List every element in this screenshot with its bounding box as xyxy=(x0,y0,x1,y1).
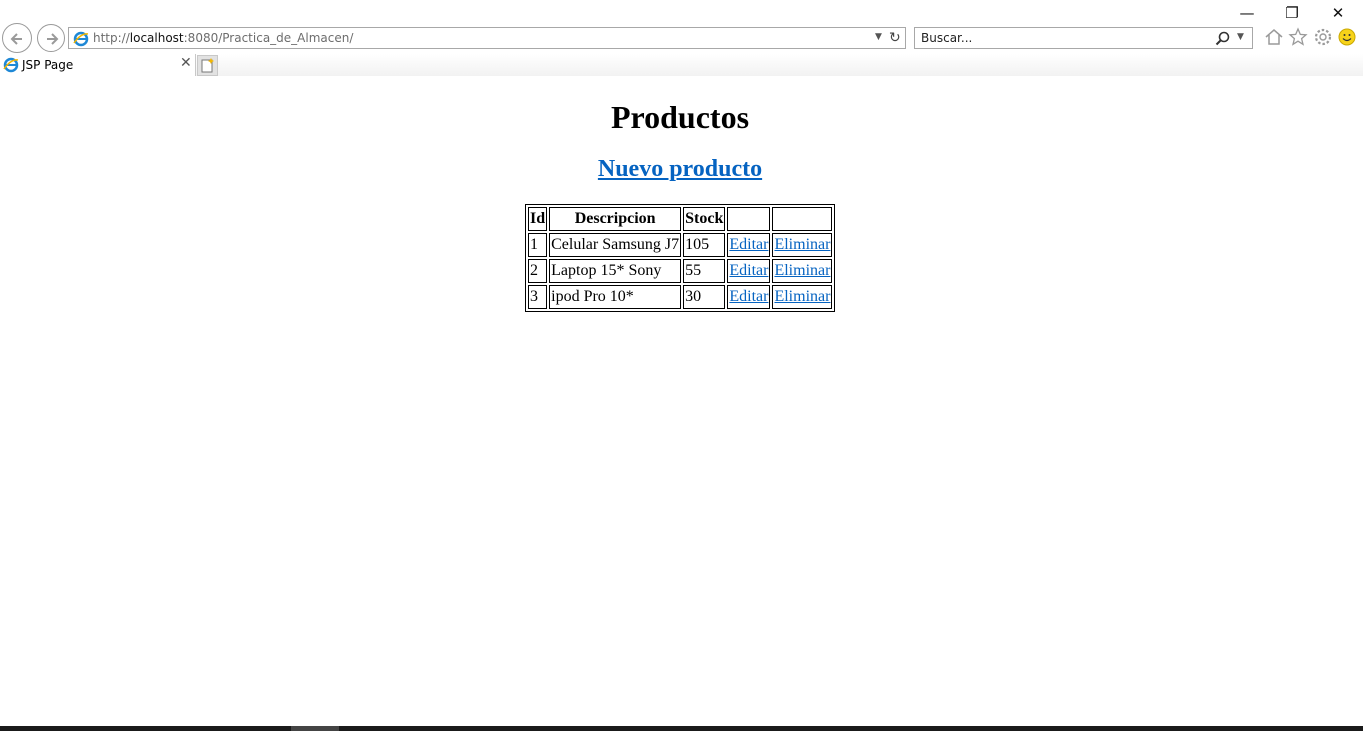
cell-stock: 55 xyxy=(683,259,726,283)
cell-delete: Eliminar xyxy=(772,233,833,257)
cell-descripcion: Celular Samsung J7 xyxy=(549,233,682,257)
cell-id: 2 xyxy=(528,259,548,283)
cell-edit: Editar xyxy=(727,285,771,309)
table-row: 1 Celular Samsung J7 105 Editar Eliminar xyxy=(528,233,833,257)
cell-stock: 30 xyxy=(683,285,726,309)
delete-link[interactable]: Eliminar xyxy=(774,262,830,279)
cell-id: 3 xyxy=(528,285,548,309)
tab-jsp-page[interactable]: JSP Page ✕ xyxy=(0,54,196,76)
new-product-heading: Nuevo producto xyxy=(0,156,1360,183)
url-text: http://localhost:8080/Practica_de_Almace… xyxy=(93,31,354,45)
cell-descripcion: Laptop 15* Sony xyxy=(549,259,682,283)
search-dropdown-icon[interactable]: ▼ xyxy=(1237,32,1244,42)
back-button[interactable] xyxy=(2,23,32,53)
new-product-link[interactable]: Nuevo producto xyxy=(598,156,762,182)
tab-title: JSP Page xyxy=(22,58,74,72)
cell-edit: Editar xyxy=(727,233,771,257)
search-input[interactable]: Buscar... xyxy=(921,31,972,45)
favorites-star-icon[interactable] xyxy=(1288,27,1308,47)
header-delete xyxy=(772,207,833,231)
close-window-button[interactable]: ✕ xyxy=(1328,3,1348,23)
back-icon xyxy=(10,33,22,45)
new-tab-icon xyxy=(201,58,214,73)
forward-icon xyxy=(47,33,59,45)
edit-link[interactable]: Editar xyxy=(729,288,768,305)
ie-logo-icon xyxy=(73,31,89,47)
header-stock: Stock xyxy=(683,207,726,231)
cell-delete: Eliminar xyxy=(772,259,833,283)
close-tab-icon[interactable]: ✕ xyxy=(180,55,192,71)
settings-gear-icon[interactable] xyxy=(1313,27,1333,47)
table-header-row: Id Descripcion Stock xyxy=(528,207,833,231)
edit-link[interactable]: Editar xyxy=(729,262,768,279)
address-bar[interactable]: http://localhost:8080/Practica_de_Almace… xyxy=(68,27,906,49)
products-table: Id Descripcion Stock 1 Celular Samsung J… xyxy=(525,204,836,312)
tab-strip: JSP Page ✕ xyxy=(0,54,1363,76)
smiley-feedback-icon[interactable] xyxy=(1338,27,1358,47)
page-title: Productos xyxy=(610,99,750,135)
new-tab-button[interactable] xyxy=(197,55,218,76)
search-box[interactable]: Buscar... ▼ xyxy=(914,27,1253,49)
header-edit xyxy=(727,207,771,231)
cell-delete: Eliminar xyxy=(772,285,833,309)
delete-link[interactable]: Eliminar xyxy=(774,236,830,253)
taskbar-active-item[interactable] xyxy=(291,726,339,731)
cell-stock: 105 xyxy=(683,233,726,257)
table-row: 2 Laptop 15* Sony 55 Editar Eliminar xyxy=(528,259,833,283)
refresh-icon[interactable]: ↻ xyxy=(889,30,901,46)
page-content: Productos Nuevo producto Id Descripcion … xyxy=(0,76,1363,726)
cell-descripcion: ipod Pro 10* xyxy=(549,285,682,309)
restore-button[interactable]: ❐ xyxy=(1282,3,1302,23)
home-icon[interactable] xyxy=(1264,27,1284,47)
address-dropdown-icon[interactable]: ▼ xyxy=(875,32,882,42)
ie-logo-icon xyxy=(3,57,19,73)
edit-link[interactable]: Editar xyxy=(729,236,768,253)
search-icon[interactable] xyxy=(1215,31,1231,47)
browser-chrome: — ❐ ✕ http://localhost:8080/Practica_de_… xyxy=(0,0,1363,76)
header-id: Id xyxy=(528,207,548,231)
taskbar-edge xyxy=(0,726,1363,731)
cell-id: 1 xyxy=(528,233,548,257)
header-descripcion: Descripcion xyxy=(549,207,682,231)
table-row: 3 ipod Pro 10* 30 Editar Eliminar xyxy=(528,285,833,309)
cell-edit: Editar xyxy=(727,259,771,283)
delete-link[interactable]: Eliminar xyxy=(774,288,830,305)
forward-button[interactable] xyxy=(37,24,65,52)
minimize-button[interactable]: — xyxy=(1237,3,1257,23)
